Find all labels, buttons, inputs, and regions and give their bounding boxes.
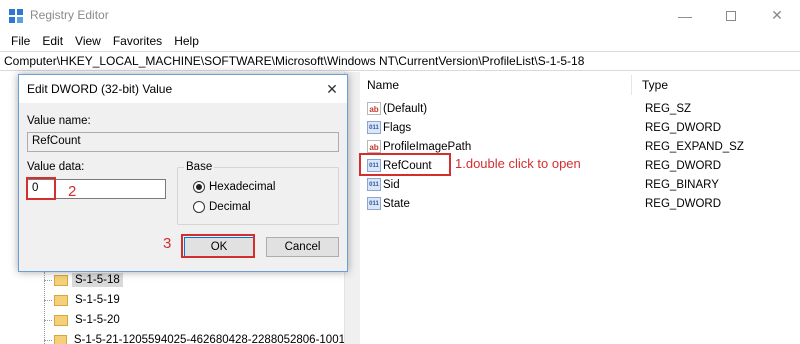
close-button[interactable]: ✕ [754, 0, 800, 31]
value-type: REG_DWORD [645, 159, 722, 172]
value-type: REG_EXPAND_SZ [645, 140, 744, 153]
minimize-icon: — [678, 7, 692, 24]
tree-item-label: S-1-5-18 [72, 273, 123, 287]
radio-button-checked[interactable] [193, 181, 205, 193]
value-name-field[interactable]: RefCount [27, 132, 339, 152]
tree-item-s-1-5-19[interactable]: S-1-5-19 [44, 290, 348, 310]
value-name: Flags [383, 121, 412, 134]
value-name-label: Value name: [27, 115, 91, 127]
value-name: (Default) [383, 102, 428, 115]
window-title: Registry Editor [30, 8, 109, 22]
column-header-type[interactable]: Type [632, 78, 668, 92]
string-value-icon: ab [367, 102, 381, 115]
value-name: Sid [383, 178, 400, 191]
column-header-name[interactable]: Name [361, 78, 631, 92]
folder-icon [54, 314, 68, 326]
radio-button[interactable] [193, 201, 205, 213]
title-bar: Registry Editor — ✕ [0, 0, 800, 31]
minimize-button[interactable]: — [662, 0, 708, 31]
radio-hexadecimal-label: Hexadecimal [209, 181, 276, 193]
radio-hexadecimal[interactable]: Hexadecimal [193, 181, 275, 193]
string-value-icon: ab [367, 140, 381, 153]
base-groupbox [177, 167, 339, 225]
value-row-sid[interactable]: 011 Sid REG_BINARY [361, 175, 800, 194]
dword-value-icon: 011 [367, 197, 381, 210]
value-row-state[interactable]: 011 State REG_DWORD [361, 194, 800, 213]
tree-item-s-1-5-21[interactable]: S-1-5-21-1205594025-462680428-2288052806… [44, 330, 348, 344]
step3-annotation: 3 [163, 235, 172, 252]
value-row-flags[interactable]: 011 Flags REG_DWORD [361, 118, 800, 137]
values-header: Name Type [361, 72, 800, 99]
cancel-button[interactable]: Cancel [266, 237, 339, 257]
menu-file[interactable]: File [5, 34, 36, 48]
dialog-title: Edit DWORD (32-bit) Value [27, 82, 173, 96]
folder-icon [54, 294, 68, 306]
maximize-icon [726, 10, 736, 21]
value-data-highlight-box [26, 177, 56, 200]
value-type: REG_BINARY [645, 178, 719, 191]
values-pane: Name Type ab (Default) REG_SZ 011 Flags … [361, 72, 800, 344]
base-label: Base [184, 161, 215, 173]
binary-value-icon: 011 [367, 178, 381, 191]
value-row-default[interactable]: ab (Default) REG_SZ [361, 99, 800, 118]
radio-decimal-label: Decimal [209, 201, 251, 213]
menu-help[interactable]: Help [168, 34, 205, 48]
tree-item-label: S-1-5-21-1205594025-462680428-2288052806… [73, 334, 345, 344]
value-name: ProfileImagePath [383, 140, 472, 153]
menu-bar: File Edit View Favorites Help [0, 31, 800, 51]
radio-decimal[interactable]: Decimal [193, 201, 251, 213]
step2-annotation: 2 [68, 183, 77, 200]
dialog-close-button[interactable]: ✕ [319, 77, 345, 101]
step1-annotation: 1.double click to open [455, 156, 581, 171]
value-type: REG_DWORD [645, 121, 722, 134]
close-icon: ✕ [771, 7, 783, 23]
folder-icon [53, 334, 67, 344]
address-bar[interactable]: Computer\HKEY_LOCAL_MACHINE\SOFTWARE\Mic… [0, 51, 800, 71]
refcount-highlight-box [359, 153, 451, 176]
value-name: State [383, 197, 410, 210]
menu-favorites[interactable]: Favorites [107, 34, 168, 48]
menu-view[interactable]: View [69, 34, 107, 48]
dword-value-icon: 011 [367, 121, 381, 134]
value-type: REG_DWORD [645, 197, 722, 210]
tree-list: S-1-5-18 S-1-5-19 S-1-5-20 S-1-5-21-1205… [44, 270, 348, 344]
tree-item-s-1-5-20[interactable]: S-1-5-20 [44, 310, 348, 330]
menu-edit[interactable]: Edit [36, 34, 69, 48]
tree-item-label: S-1-5-19 [75, 294, 120, 306]
close-icon: ✕ [326, 81, 338, 97]
maximize-button[interactable] [708, 0, 754, 31]
value-data-label: Value data: [27, 161, 85, 173]
ok-highlight-box [181, 234, 255, 258]
folder-icon [54, 274, 68, 286]
dialog-title-bar: Edit DWORD (32-bit) Value ✕ [19, 75, 347, 103]
registry-editor-icon [9, 9, 23, 23]
value-type: REG_SZ [645, 102, 692, 115]
tree-item-s-1-5-18[interactable]: S-1-5-18 [44, 270, 348, 290]
tree-item-label: S-1-5-20 [75, 314, 120, 326]
